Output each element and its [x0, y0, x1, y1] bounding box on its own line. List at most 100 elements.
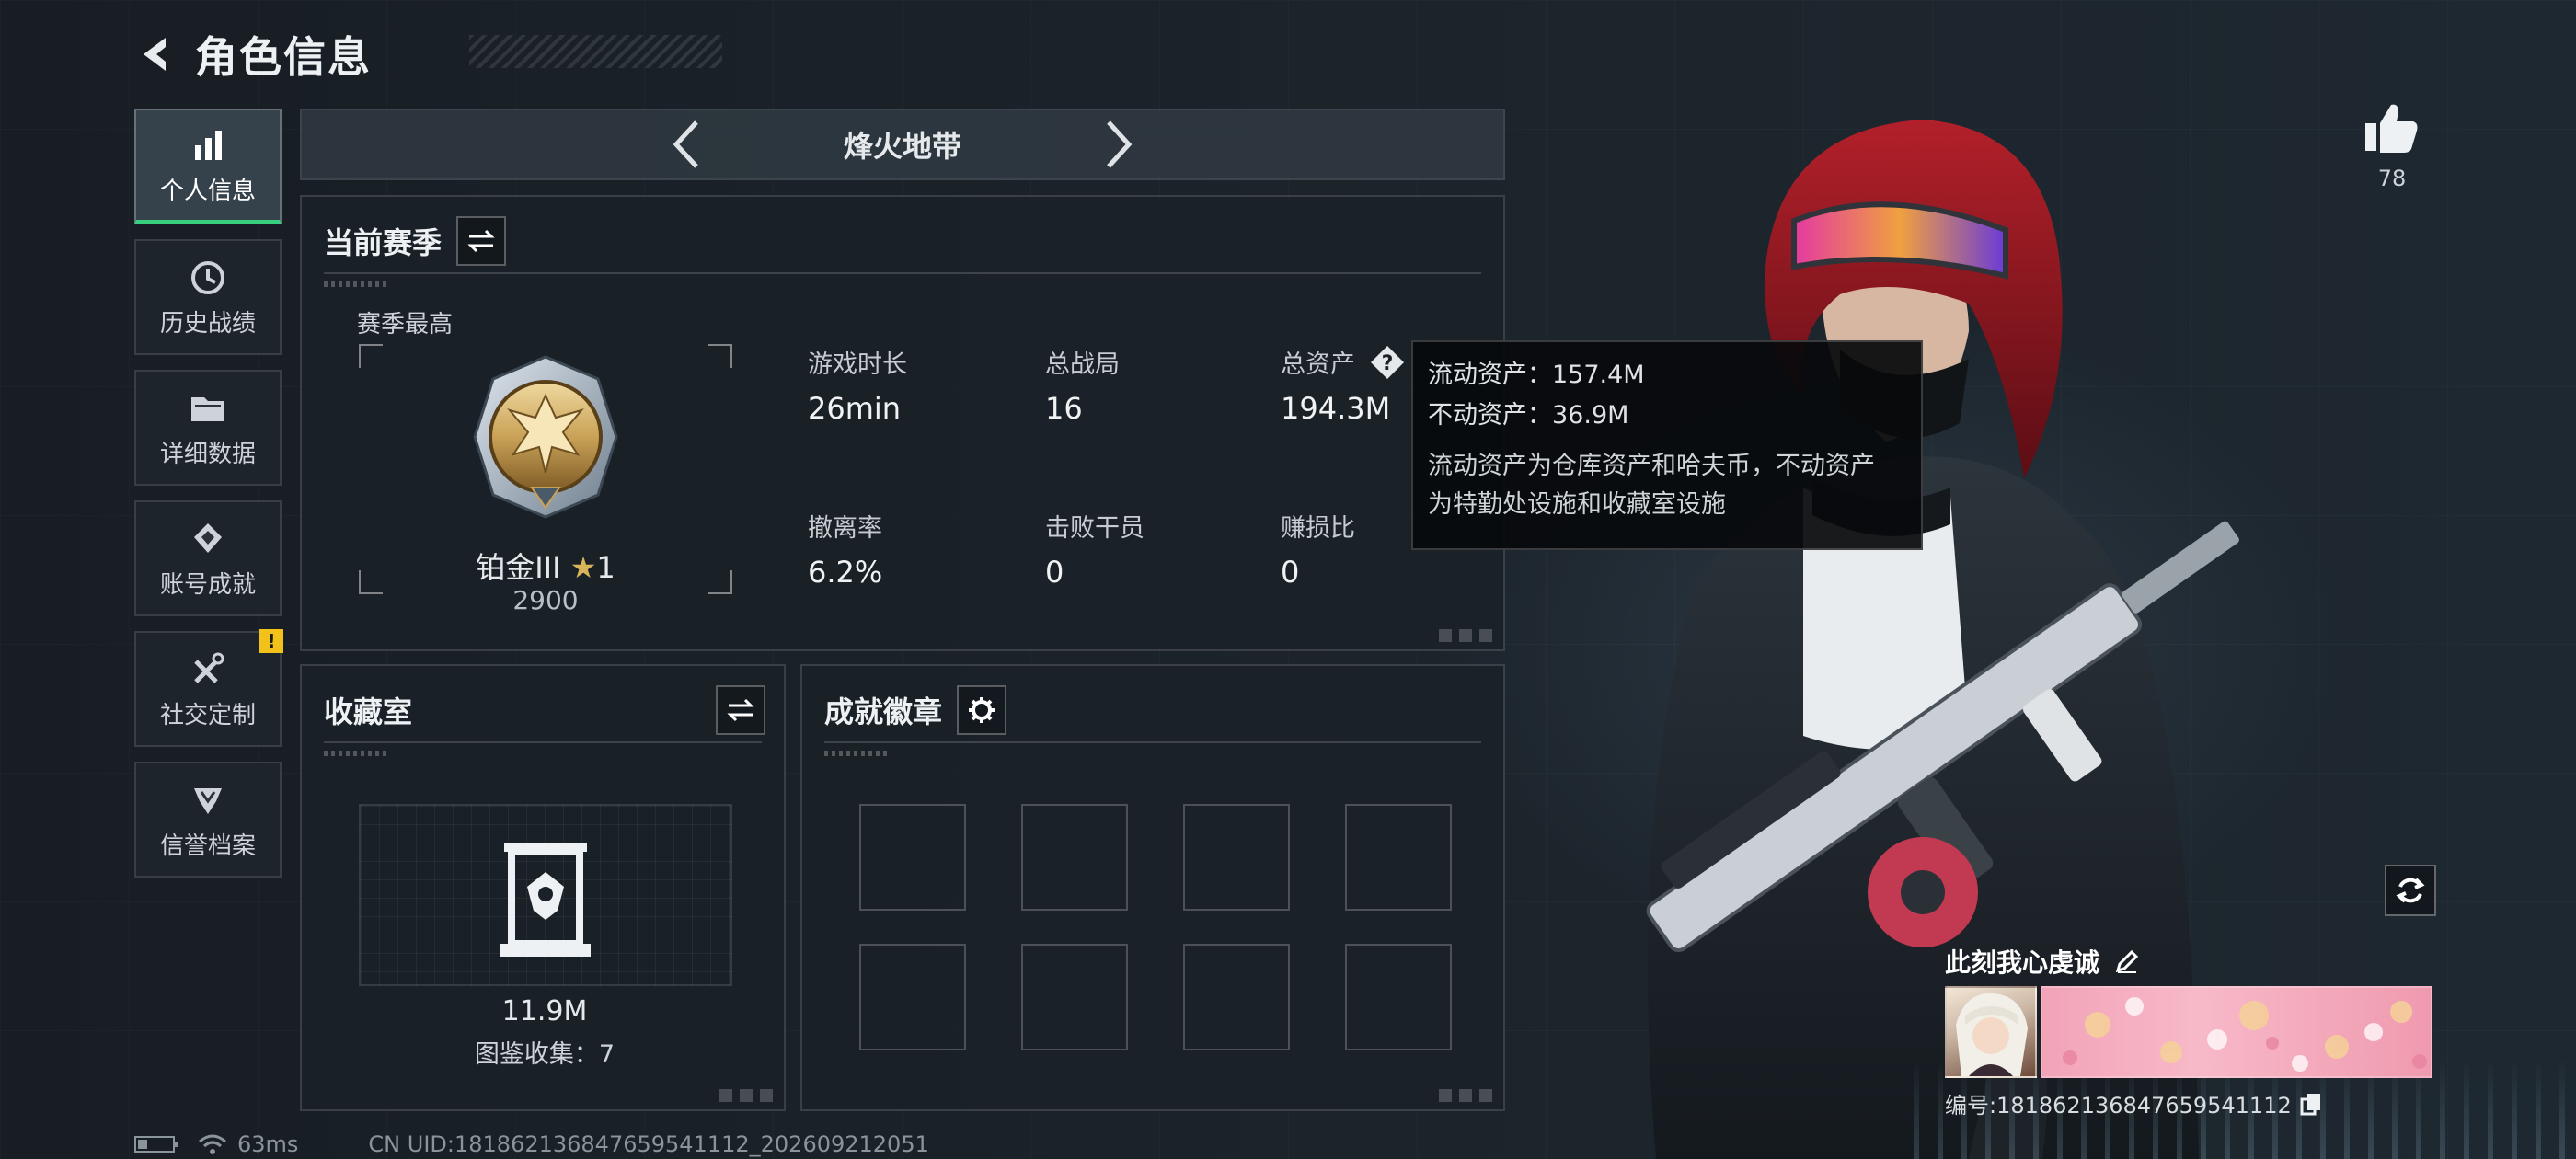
- achievement-title: 成就徽章: [824, 694, 943, 729]
- panel-corner-decoration: [1439, 629, 1494, 642]
- sidebar-item-social[interactable]: ! 社交定制: [134, 629, 283, 747]
- switch-season-button[interactable]: [456, 216, 507, 266]
- gear-icon: [969, 697, 995, 723]
- copy-icon: [2300, 1093, 2320, 1115]
- sidebar-item-label: 个人信息: [159, 178, 256, 205]
- wifi-icon: [199, 1134, 226, 1154]
- card-row: [1945, 986, 2442, 1078]
- badge-slot[interactable]: [1183, 944, 1290, 1050]
- next-mode-button[interactable]: [1087, 112, 1151, 177]
- pencil-icon: [2115, 949, 2139, 973]
- divider-dash: [324, 281, 388, 287]
- sidebar-item-label: 账号成就: [159, 570, 256, 599]
- divider: [324, 272, 1481, 274]
- badge-slot[interactable]: [1345, 804, 1452, 911]
- avatar-portrait: [1956, 993, 2028, 1076]
- stat-kills: 击败干员 0: [1045, 508, 1266, 590]
- player-uid-row: 编号:18186213684765954111​2: [1945, 1087, 2442, 1119]
- refresh-button[interactable]: [2385, 865, 2436, 916]
- sidebar-item-label: 历史战绩: [159, 309, 256, 338]
- stat-value: 26min: [808, 391, 902, 426]
- rank-score: 2900: [512, 585, 579, 615]
- like-count: 78: [2377, 166, 2407, 191]
- name-card-banner[interactable]: [2041, 986, 2432, 1078]
- display-case-icon: [500, 843, 591, 957]
- tools-icon: [187, 648, 229, 691]
- status-bar: 63ms CN UID:18186213684765954111​2_20260…: [134, 1130, 929, 1159]
- ping: 63ms: [237, 1131, 299, 1157]
- svg-text:?: ?: [1381, 352, 1393, 375]
- rank-stars: 1: [596, 550, 615, 585]
- sidebar-item-credit[interactable]: 信誉档案: [134, 762, 282, 878]
- sidebar-item-achievements[interactable]: 账号成就: [134, 500, 282, 616]
- collection-title: 收藏室: [324, 694, 413, 729]
- prev-mode-button[interactable]: [654, 112, 719, 177]
- badge-slot[interactable]: [1345, 944, 1452, 1050]
- sidebar-item-detail-data[interactable]: 详细数据: [134, 370, 282, 486]
- rank-frame: 铂金III ★1 2900: [359, 344, 732, 615]
- divider-dash: [824, 751, 889, 756]
- stat-extraction-rate: 撤离率 6.2%: [808, 508, 1029, 590]
- collection-display: [359, 804, 732, 986]
- season-title: 当前赛季: [324, 225, 443, 260]
- cat-pattern-banner: [2063, 997, 2427, 1072]
- edit-name-button[interactable]: [2110, 945, 2144, 978]
- copy-uid-button[interactable]: [2297, 1090, 2325, 1118]
- sidebar-item-label: 详细数据: [159, 440, 256, 468]
- achievement-header: 成就徽章: [824, 684, 1007, 736]
- sidebar-item-label: 社交定制: [159, 701, 256, 729]
- folder-icon: [187, 387, 229, 430]
- player-name-row: 此刻我心虔诚: [1945, 942, 2442, 981]
- tooltip-fixed-assets: 不动资产：36.9M: [1428, 401, 1629, 430]
- mode-label: 烽火地带: [843, 129, 961, 164]
- badge-slot[interactable]: [1021, 804, 1128, 911]
- swap-icon: [467, 229, 495, 253]
- panel-corner-decoration: [1439, 1089, 1494, 1102]
- switch-collection-button[interactable]: [716, 685, 765, 735]
- collection-header: 收藏室: [324, 684, 765, 736]
- divider-dash: [324, 751, 388, 756]
- sidebar-item-history[interactable]: 历史战绩: [134, 239, 282, 355]
- achievement-settings-button[interactable]: [957, 685, 1007, 735]
- achievement-icon: [187, 518, 229, 560]
- like-block[interactable]: 78: [2355, 101, 2429, 191]
- back-arrow-icon: [144, 38, 166, 71]
- season-header: 当前赛季: [324, 215, 507, 267]
- stat-value: 16: [1045, 391, 1083, 426]
- stat-value: 6.2%: [808, 555, 883, 590]
- stat-value: 0: [1281, 555, 1300, 590]
- badge-slot[interactable]: [859, 804, 966, 911]
- badge-slot[interactable]: [859, 944, 966, 1050]
- swap-icon: [727, 698, 754, 722]
- stat-value: 0: [1045, 555, 1064, 590]
- help-icon[interactable]: ?: [1369, 344, 1406, 387]
- avatar[interactable]: [1945, 986, 2037, 1078]
- badge-slot[interactable]: [1021, 944, 1128, 1050]
- page-title: 角色信息: [195, 32, 372, 82]
- divider: [824, 741, 1481, 743]
- collection-value: 11.9M: [501, 995, 588, 1027]
- warning-badge: !: [259, 629, 283, 653]
- sidebar-item-personal-info[interactable]: 个人信息: [134, 109, 282, 224]
- panel-corner-decoration: [719, 1089, 775, 1102]
- uid-line: CN UID:18186213684765954111​2_2026092120…: [368, 1131, 929, 1157]
- rank-name: 铂金III ★1: [359, 545, 732, 587]
- season-best-label: 赛季最高: [357, 311, 454, 339]
- stat-play-time: 游戏时长 26min: [808, 344, 1029, 426]
- sidebar-item-label: 信誉档案: [159, 832, 256, 860]
- rank-emblem-icon: [473, 355, 618, 519]
- collection-panel[interactable]: 收藏室 11.9M 图鉴收集：7: [300, 664, 786, 1111]
- player-uid: 编号:18186213684765954111​2: [1945, 1093, 2292, 1119]
- battery-icon: [134, 1136, 178, 1153]
- back-button[interactable]: [129, 27, 184, 82]
- mode-switcher: 烽火地带: [300, 109, 1505, 180]
- title-decoration: [469, 35, 722, 68]
- collection-count: 图鉴收集：7: [474, 1040, 615, 1069]
- stat-label-text: 总资产: [1281, 350, 1355, 379]
- season-panel: 当前赛季 赛季最高 铂金III ★1 2900 游戏时长 26min 总战局 1…: [300, 195, 1505, 651]
- page-header: 角色信息: [129, 22, 722, 86]
- badge-slot[interactable]: [1183, 804, 1290, 911]
- player-name: 此刻我心虔诚: [1945, 947, 2100, 978]
- assets-tooltip: 流动资产：157.4M 不动资产：36.9M 流动资产为仓库资产和哈夫币，不动资…: [1411, 340, 1923, 550]
- rank-star-icon: ★: [569, 550, 597, 585]
